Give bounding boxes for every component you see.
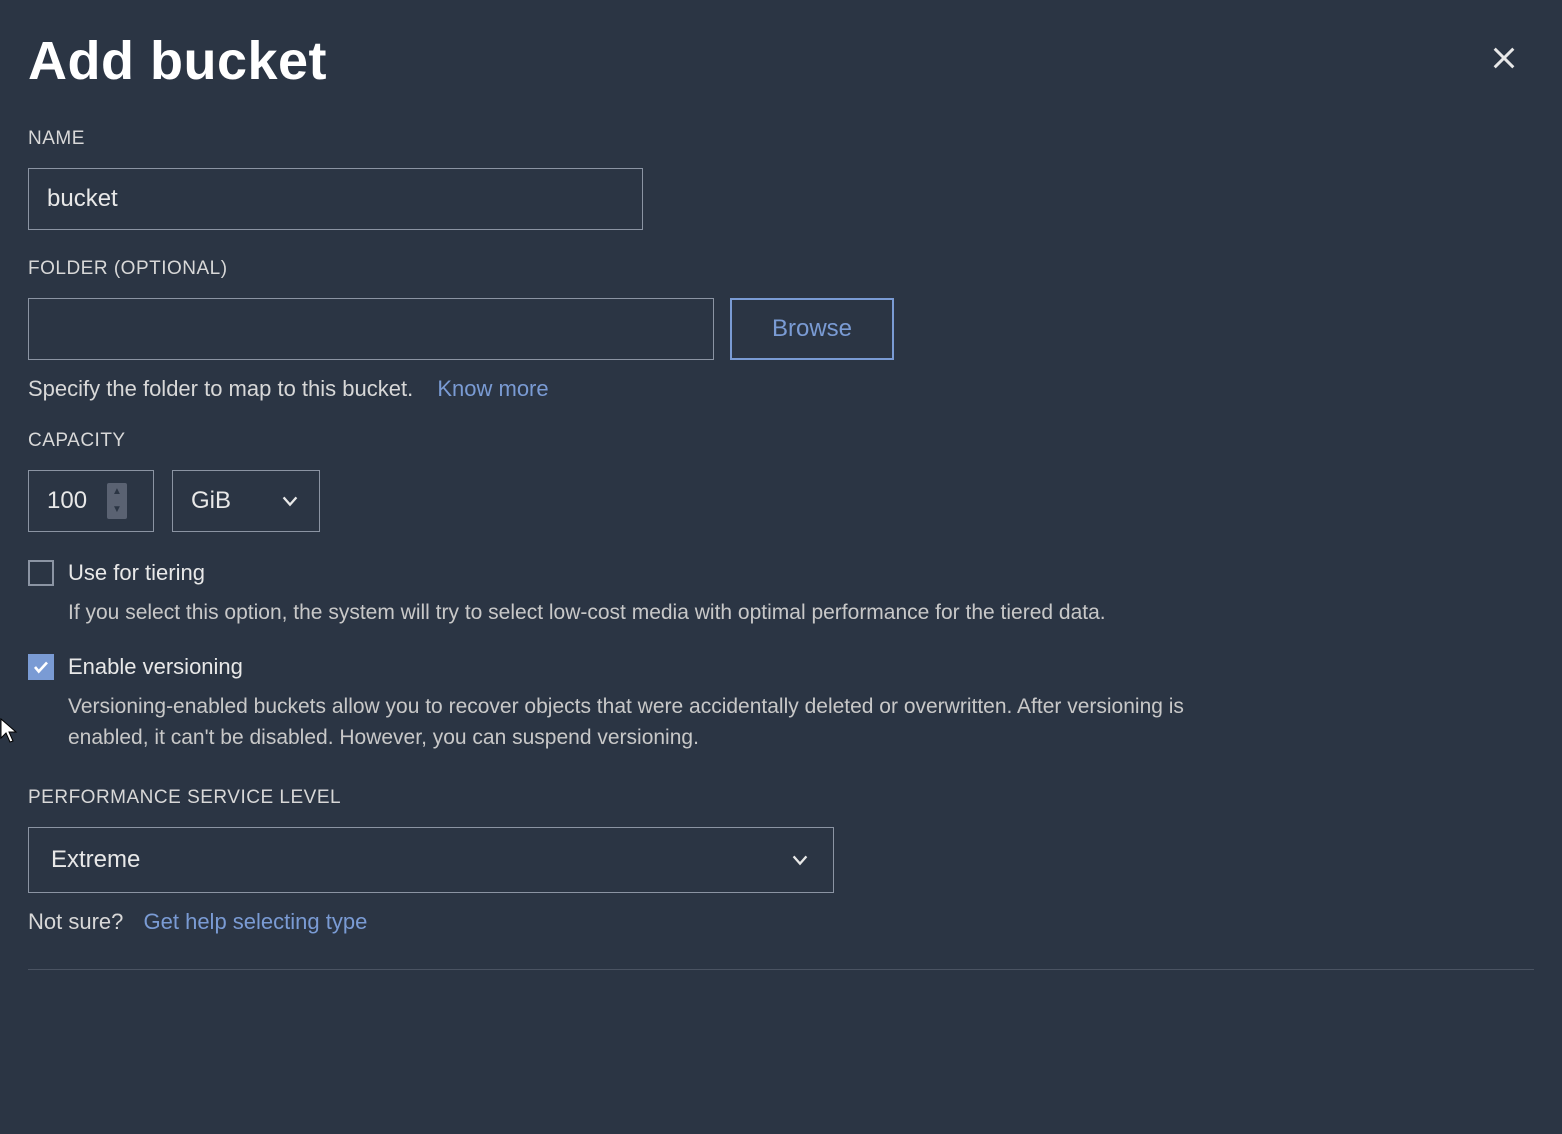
capacity-unit-value: GiB: [191, 487, 231, 515]
capacity-label: CAPACITY: [28, 430, 1534, 452]
name-input[interactable]: [28, 168, 643, 230]
capacity-spinner-down[interactable]: ▼: [107, 501, 127, 519]
versioning-checkbox[interactable]: [28, 654, 54, 680]
know-more-link[interactable]: Know more: [437, 376, 548, 401]
capacity-unit-select[interactable]: GiB: [172, 470, 320, 532]
tiering-description: If you select this option, the system wi…: [68, 598, 1268, 628]
check-icon: [32, 658, 50, 676]
tiering-checkbox[interactable]: [28, 560, 54, 586]
folder-input[interactable]: [28, 298, 714, 360]
capacity-input[interactable]: [47, 487, 107, 515]
capacity-spinner-up[interactable]: ▲: [107, 483, 127, 501]
folder-label: FOLDER (OPTIONAL): [28, 258, 1534, 280]
section-divider: [28, 969, 1534, 970]
psl-help-link[interactable]: Get help selecting type: [144, 909, 368, 934]
name-label: NAME: [28, 128, 1534, 150]
close-icon: [1490, 44, 1518, 72]
psl-not-sure-text: Not sure?: [28, 909, 123, 934]
folder-helper-text: Specify the folder to map to this bucket…: [28, 376, 413, 401]
chevron-down-icon: [789, 849, 811, 871]
capacity-input-wrapper: ▲ ▼: [28, 470, 154, 532]
psl-label: PERFORMANCE SERVICE LEVEL: [28, 787, 1534, 809]
capacity-spinner: ▲ ▼: [107, 483, 127, 519]
versioning-description: Versioning-enabled buckets allow you to …: [68, 692, 1268, 753]
cursor-icon: [0, 718, 20, 744]
browse-button[interactable]: Browse: [730, 298, 894, 360]
tiering-label: Use for tiering: [68, 560, 205, 586]
psl-value: Extreme: [51, 846, 140, 874]
chevron-down-icon: [279, 490, 301, 512]
psl-select[interactable]: Extreme: [28, 827, 834, 893]
versioning-label: Enable versioning: [68, 654, 243, 680]
page-title: Add bucket: [28, 30, 327, 92]
close-button[interactable]: [1484, 38, 1524, 81]
